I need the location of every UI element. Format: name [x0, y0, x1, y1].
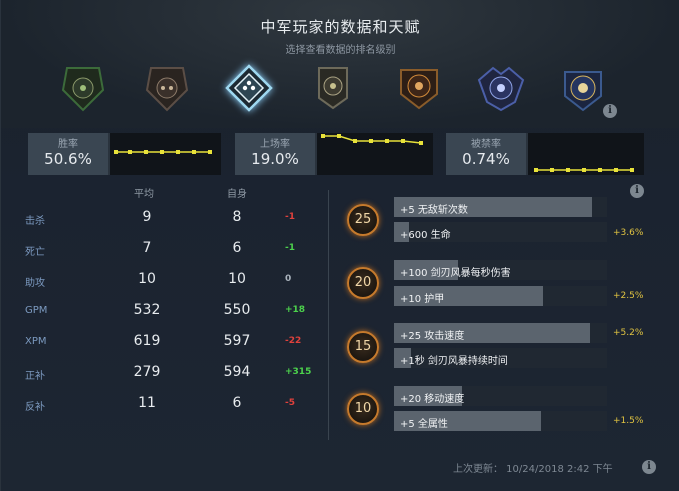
- rank-medal-herald[interactable]: [57, 62, 109, 114]
- ban-rate-value: 0.74%: [462, 150, 510, 168]
- update-info-icon[interactable]: i: [642, 460, 656, 474]
- self-assists: 10: [228, 271, 246, 287]
- ban-rate-label: 被禁率: [471, 139, 501, 150]
- talent-info-icon[interactable]: i: [630, 184, 644, 198]
- talent-text: +1秒 剑刃风暴持续时间: [400, 356, 508, 367]
- rank-medal-crusader[interactable]: [223, 62, 275, 114]
- talent-option[interactable]: +5 无敌斩次数: [394, 197, 607, 217]
- avg-assists: 10: [138, 271, 156, 287]
- delta-gpm: +18: [285, 305, 306, 315]
- talent-level-25: 25: [347, 204, 379, 236]
- self-deaths: 6: [232, 240, 242, 256]
- talent-option[interactable]: +100 剑刃风暴每秒伤害: [394, 260, 607, 280]
- talent-option[interactable]: +20 移动速度: [394, 386, 607, 406]
- talent-level-10: 10: [347, 393, 379, 425]
- rank-medal-guardian[interactable]: [141, 62, 193, 114]
- row-label-gpm: GPM: [25, 305, 48, 316]
- medal-info-icon[interactable]: i: [603, 104, 617, 118]
- delta-deaths: -1: [285, 243, 295, 253]
- talent-level-15: 15: [347, 331, 379, 363]
- talent-option[interactable]: +600 生命: [394, 222, 607, 242]
- row-label-deaths: 死亡: [25, 247, 45, 258]
- avg-denies: 11: [138, 395, 156, 411]
- row-label-assists: 助攻: [25, 278, 45, 289]
- panel-title: 中军玩家的数据和天赋: [260, 18, 421, 36]
- pick-rate-label: 上场率: [260, 139, 290, 150]
- delta-last-hits: +315: [285, 367, 312, 377]
- row-label-denies: 反补: [25, 402, 45, 413]
- avg-gpm: 532: [133, 302, 161, 318]
- talent-text: +600 生命: [400, 230, 451, 241]
- row-label-last-hits: 正补: [25, 371, 45, 382]
- self-column-header: 自身: [227, 189, 247, 200]
- talent-win-delta: +2.5%: [613, 291, 644, 301]
- row-label-xpm: XPM: [25, 336, 47, 347]
- win-rate-value: 50.6%: [44, 150, 92, 168]
- self-kills: 8: [232, 209, 242, 225]
- self-gpm: 550: [223, 302, 251, 318]
- rank-medal-ancient[interactable]: [475, 62, 527, 114]
- hero-stats-panel: 中军玩家的数据和天赋 选择查看数据的排名级别 i 胜率 50.6% 上场率 19…: [0, 0, 679, 491]
- ban-rate-sparkline: [528, 133, 644, 175]
- last-updated-text: 上次更新： 10/24/2018 2:42 下午: [453, 464, 613, 475]
- delta-xpm: -22: [285, 336, 302, 346]
- rank-medal-selector: i: [57, 62, 627, 118]
- win-rate-sparkline: [110, 133, 221, 175]
- rank-medal-archon[interactable]: [307, 62, 359, 114]
- talent-text: +25 攻击速度: [400, 331, 465, 342]
- talent-text: +5 无敌斩次数: [400, 205, 468, 216]
- avg-last-hits: 279: [133, 364, 161, 380]
- talent-text: +20 移动速度: [400, 394, 465, 405]
- win-rate-label: 胜率: [58, 139, 78, 150]
- section-divider: [328, 190, 329, 440]
- talent-win-delta: +1.5%: [613, 416, 644, 426]
- talent-option[interactable]: +25 攻击速度: [394, 323, 607, 343]
- talent-option[interactable]: +1秒 剑刃风暴持续时间: [394, 348, 607, 368]
- avg-kills: 9: [142, 209, 152, 225]
- self-xpm: 597: [223, 333, 251, 349]
- rank-medal-legend[interactable]: [393, 62, 445, 114]
- ban-rate-box: 被禁率 0.74%: [446, 133, 644, 175]
- talent-option[interactable]: +5 全属性: [394, 411, 607, 431]
- delta-kills: -1: [285, 212, 295, 222]
- talent-text: +10 护甲: [400, 294, 445, 305]
- delta-assists: 0: [285, 274, 292, 284]
- talent-win-delta: +3.6%: [613, 228, 644, 238]
- talent-level-20: 20: [347, 267, 379, 299]
- avg-deaths: 7: [142, 240, 152, 256]
- talent-option[interactable]: +10 护甲: [394, 286, 607, 306]
- win-rate-box: 胜率 50.6%: [28, 133, 221, 175]
- rank-medal-divine[interactable]: [557, 62, 609, 114]
- pick-rate-value: 19.0%: [251, 150, 299, 168]
- panel-subtitle: 选择查看数据的排名级别: [285, 45, 396, 56]
- talent-win-delta: +5.2%: [613, 328, 644, 338]
- talent-text: +5 全属性: [400, 419, 448, 430]
- self-last-hits: 594: [223, 364, 251, 380]
- pick-rate-sparkline: [317, 133, 433, 175]
- talent-text: +100 剑刃风暴每秒伤害: [400, 268, 511, 279]
- avg-column-header: 平均: [134, 189, 154, 200]
- avg-xpm: 619: [133, 333, 161, 349]
- pick-rate-box: 上场率 19.0%: [235, 133, 433, 175]
- delta-denies: -5: [285, 398, 295, 408]
- row-label-kills: 击杀: [25, 216, 45, 227]
- self-denies: 6: [232, 395, 242, 411]
